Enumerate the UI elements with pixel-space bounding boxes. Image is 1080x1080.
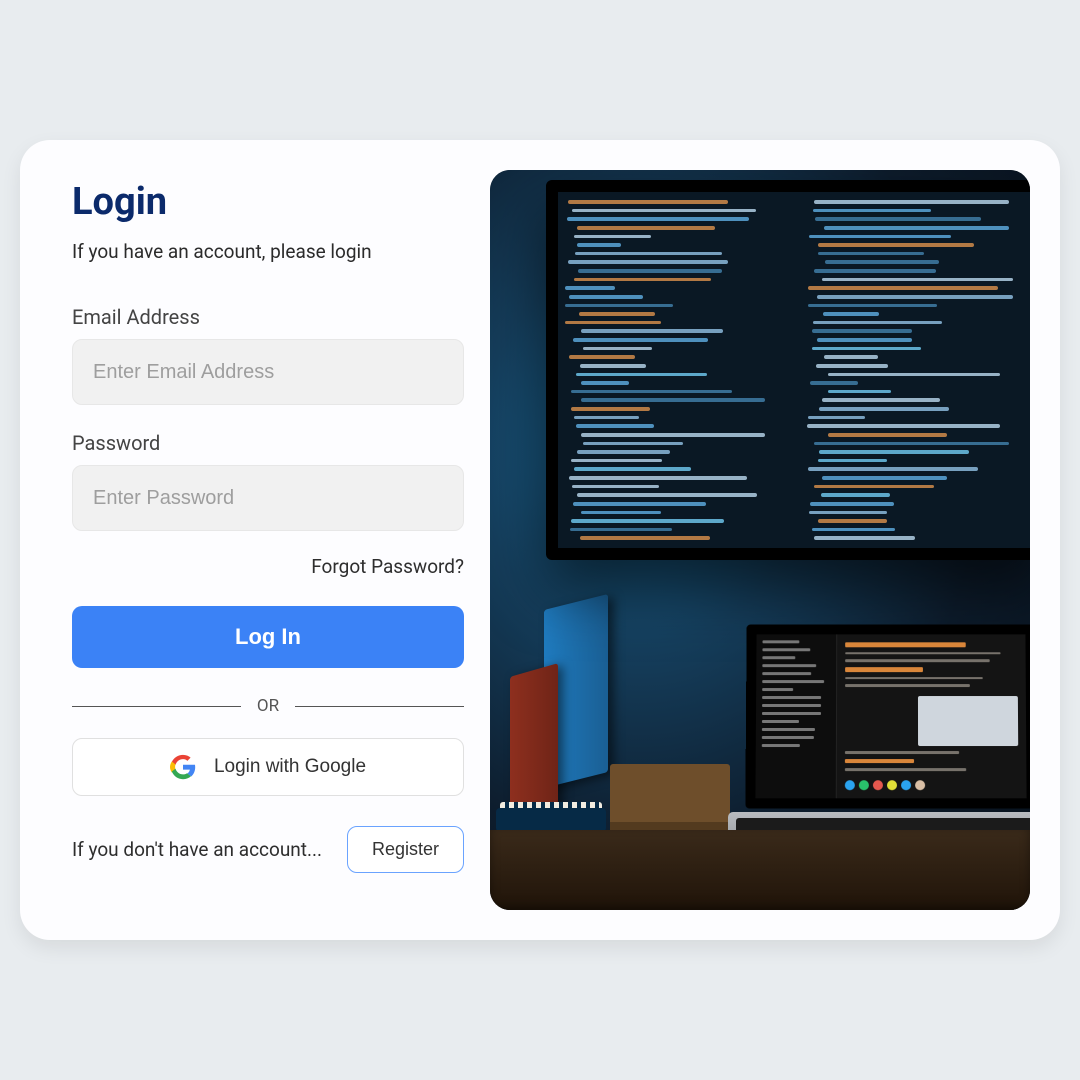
login-button[interactable]: Log In bbox=[72, 606, 464, 668]
monitor-icon bbox=[546, 180, 1030, 560]
login-with-google-button[interactable]: Login with Google bbox=[72, 738, 464, 796]
laptop-icon bbox=[736, 624, 1030, 854]
notebook-icon bbox=[496, 808, 606, 832]
password-input[interactable] bbox=[72, 465, 464, 531]
divider-line-left bbox=[72, 706, 241, 707]
google-icon bbox=[170, 754, 196, 780]
login-form-panel: Login If you have an account, please log… bbox=[50, 170, 490, 910]
google-button-label: Login with Google bbox=[214, 756, 366, 778]
login-subtitle: If you have an account, please login bbox=[72, 240, 464, 263]
email-label: Email Address bbox=[72, 305, 464, 329]
login-hero-image bbox=[490, 170, 1030, 910]
scene-icon bbox=[490, 170, 1030, 910]
divider-line-right bbox=[295, 706, 464, 707]
divider-label: OR bbox=[257, 696, 279, 716]
forgot-password-link[interactable]: Forgot Password? bbox=[311, 555, 464, 578]
register-button[interactable]: Register bbox=[347, 826, 464, 873]
login-title: Login bbox=[72, 180, 464, 224]
password-label: Password bbox=[72, 431, 464, 455]
login-card: Login If you have an account, please log… bbox=[20, 140, 1060, 940]
or-divider: OR bbox=[72, 696, 464, 716]
stand-icon bbox=[610, 764, 730, 834]
email-input[interactable] bbox=[72, 339, 464, 405]
register-prompt: If you don't have an account... bbox=[72, 838, 322, 861]
